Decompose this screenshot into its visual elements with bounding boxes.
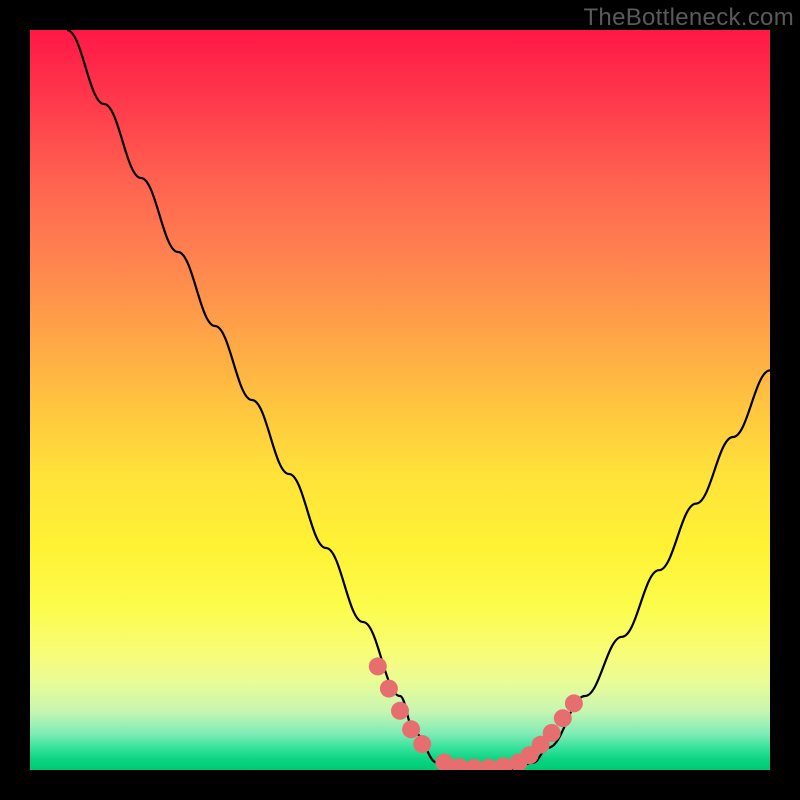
bottleneck-chart-svg xyxy=(30,30,770,770)
highlight-dot xyxy=(402,720,420,738)
highlight-dots-group xyxy=(369,657,583,770)
highlight-dot xyxy=(565,694,583,712)
highlight-dot xyxy=(380,680,398,698)
highlight-dot xyxy=(369,657,387,675)
chart-frame: TheBottleneck.com xyxy=(0,0,800,800)
highlight-dot xyxy=(543,724,561,742)
highlight-dot xyxy=(554,709,572,727)
highlight-dot xyxy=(391,702,409,720)
highlight-dot xyxy=(413,735,431,753)
bottleneck-curve xyxy=(67,30,770,770)
plot-area xyxy=(30,30,770,770)
watermark-text: TheBottleneck.com xyxy=(583,4,794,32)
